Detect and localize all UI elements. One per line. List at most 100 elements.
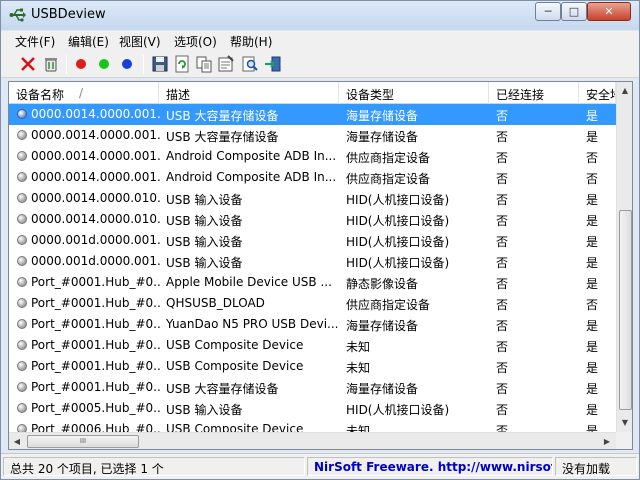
device-list[interactable]: 设备名称 / 描述 设备类型 已经连接 安全地 0000.0014.0000.0… [8, 81, 633, 450]
table-cell: Apple Mobile Device USB ... [166, 275, 332, 289]
close-button[interactable]: ✕ [587, 2, 631, 21]
table-cell: 否 [586, 172, 599, 186]
blue-dot-icon[interactable] [122, 59, 132, 69]
horizontal-scrollbar[interactable]: ◀ III ▶ [9, 432, 616, 449]
table-row[interactable]: Port_#0001.Hub_#0... USB Composite Device… [9, 335, 616, 356]
table-cell: 是 [586, 340, 599, 354]
table-cell: USB Composite Device [166, 338, 304, 352]
table-row[interactable]: 0000.001d.0000.001.... USB 输入设备 HID(人机接口设备… [9, 230, 616, 251]
green-dot-icon[interactable] [99, 59, 109, 69]
table-cell: HID(人机接口设备) [346, 256, 450, 270]
horizontal-scroll-thumb[interactable]: III [27, 435, 139, 448]
table-cell: 海量存储设备 [346, 109, 419, 123]
maximize-button[interactable]: □ [561, 2, 587, 21]
table-row[interactable]: Port_#0001.Hub_#0... Apple Mobile Device … [9, 272, 616, 293]
red-dot-icon[interactable] [76, 59, 86, 69]
table-cell: 未知 [346, 340, 371, 354]
title-bar[interactable]: USBDeview ─ □ ✕ [1, 1, 639, 30]
table-cell: 0000.0014.0000.001.... [31, 107, 161, 121]
device-status-icon [17, 319, 27, 329]
column-header-device-type[interactable]: 设备类型 [339, 82, 489, 104]
table-row[interactable]: Port_#0001.Hub_#0... USB 大容量存储设备 海量存储设备 否 是 [9, 377, 616, 398]
menu-file[interactable]: 文件(F) [15, 33, 55, 50]
minimize-button[interactable]: ─ [535, 2, 561, 21]
device-status-icon [17, 277, 27, 287]
table-cell: 未知 [346, 361, 371, 375]
table-cell: 是 [586, 277, 599, 291]
table-row[interactable]: 0000.0014.0000.001.... Android Composite … [9, 146, 616, 167]
device-status-icon [17, 109, 27, 119]
table-row[interactable]: 0000.0014.0000.010.... USB 输入设备 HID(人机接口设备… [9, 188, 616, 209]
table-cell: 是 [586, 193, 599, 207]
save-icon[interactable] [151, 55, 169, 73]
toolbar [1, 51, 639, 78]
table-cell: 0000.0014.0000.010.... [31, 212, 161, 226]
table-row[interactable]: Port_#0001.Hub_#0... USB Composite Device… [9, 356, 616, 377]
table-cell: USB 输入设备 [166, 403, 243, 417]
toolbar-separator [143, 55, 144, 74]
scroll-right-arrow-icon[interactable]: ▶ [599, 433, 615, 449]
copy-icon[interactable] [195, 55, 213, 73]
column-header-connected[interactable]: 已经连接 [489, 82, 579, 104]
table-cell: USB 输入设备 [166, 193, 243, 207]
table-row[interactable]: Port_#0001.Hub_#0... YuanDao N5 PRO USB D… [9, 314, 616, 335]
table-cell: 静态影像设备 [346, 277, 419, 291]
menu-options[interactable]: 选项(O) [174, 33, 217, 50]
table-cell: 否 [496, 151, 509, 165]
table-cell: Port_#0001.Hub_#0... [31, 317, 161, 331]
column-header-device-name[interactable]: 设备名称 / [9, 82, 159, 104]
menu-bar: 文件(F) 编辑(E) 视图(V) 选项(O) 帮助(H) [1, 31, 639, 51]
exit-icon[interactable] [264, 55, 282, 73]
column-header-safe-to-unplug[interactable]: 安全地 [579, 82, 616, 104]
table-cell: HID(人机接口设备) [346, 403, 450, 417]
table-cell: Android Composite ADB In... [166, 149, 337, 163]
table-cell: 是 [586, 361, 599, 375]
table-cell: USB 输入设备 [166, 214, 243, 228]
table-cell: USB 大容量存储设备 [166, 109, 279, 123]
scroll-down-arrow-icon[interactable]: ▼ [617, 414, 632, 431]
table-row[interactable]: 0000.001d.0000.001.... USB 输入设备 HID(人机接口设备… [9, 251, 616, 272]
vertical-scrollbar[interactable]: ▲ ▼ [616, 82, 632, 432]
table-cell: 是 [586, 403, 599, 417]
nirsoft-link[interactable]: NirSoft Freeware. http://www.nirsoft.net [314, 460, 552, 474]
close-x-icon[interactable] [19, 55, 37, 73]
scroll-up-arrow-icon[interactable]: ▲ [617, 82, 632, 99]
table-cell: Android Composite ADB In... [166, 170, 337, 184]
table-cell: 否 [496, 298, 509, 312]
table-cell: 供应商指定设备 [346, 151, 431, 165]
device-status-icon [17, 382, 27, 392]
table-row[interactable]: 0000.0014.0000.001.... USB 大容量存储设备 海量存储设备 否… [9, 104, 616, 125]
table-cell: 是 [586, 382, 599, 396]
table-cell: 0000.0014.0000.001.... [31, 149, 161, 163]
status-nirsoft-link-cell: NirSoft Freeware. http://www.nirsoft.net [307, 457, 553, 476]
device-status-icon [17, 256, 27, 266]
scroll-left-arrow-icon[interactable]: ◀ [9, 433, 25, 449]
table-cell: USB 大容量存储设备 [166, 382, 279, 396]
menu-help[interactable]: 帮助(H) [230, 33, 272, 50]
table-cell: HID(人机接口设备) [346, 193, 450, 207]
app-window: USBDeview ─ □ ✕ 文件(F) 编辑(E) 视图(V) 选项(O) … [0, 0, 640, 480]
table-cell: 0000.0014.0000.010.... [31, 191, 161, 205]
uninstall-icon[interactable] [42, 55, 60, 73]
menu-view[interactable]: 视图(V) [119, 33, 161, 50]
table-cell: 0000.001d.0000.001.... [31, 233, 161, 247]
refresh-icon[interactable] [173, 55, 191, 73]
table-row[interactable]: Port_#0001.Hub_#0... QHSUSB_DLOAD 供应商指定设备 否… [9, 293, 616, 314]
vertical-scroll-thumb[interactable] [619, 210, 632, 410]
table-cell: 是 [586, 319, 599, 333]
table-row[interactable]: 0000.0014.0000.010.... USB 输入设备 HID(人机接口设备… [9, 209, 616, 230]
device-status-icon [17, 340, 27, 350]
table-row[interactable]: Port_#0005.Hub_#0... USB 输入设备 HID(人机接口设备) 否… [9, 398, 616, 419]
column-header-description[interactable]: 描述 [159, 82, 339, 104]
table-row[interactable]: 0000.0014.0000.001.... USB 大容量存储设备 海量存储设备 否… [9, 125, 616, 146]
table-cell: USB 输入设备 [166, 256, 243, 270]
list-header: 设备名称 / 描述 设备类型 已经连接 安全地 [9, 82, 616, 104]
menu-edit[interactable]: 编辑(E) [68, 33, 109, 50]
find-icon[interactable] [241, 55, 259, 73]
table-row[interactable]: 0000.0014.0000.001.... Android Composite … [9, 167, 616, 188]
properties-icon[interactable] [217, 55, 235, 73]
device-status-icon [17, 235, 27, 245]
table-cell: 否 [586, 151, 599, 165]
table-cell: 否 [496, 109, 509, 123]
usb-icon [9, 8, 26, 22]
